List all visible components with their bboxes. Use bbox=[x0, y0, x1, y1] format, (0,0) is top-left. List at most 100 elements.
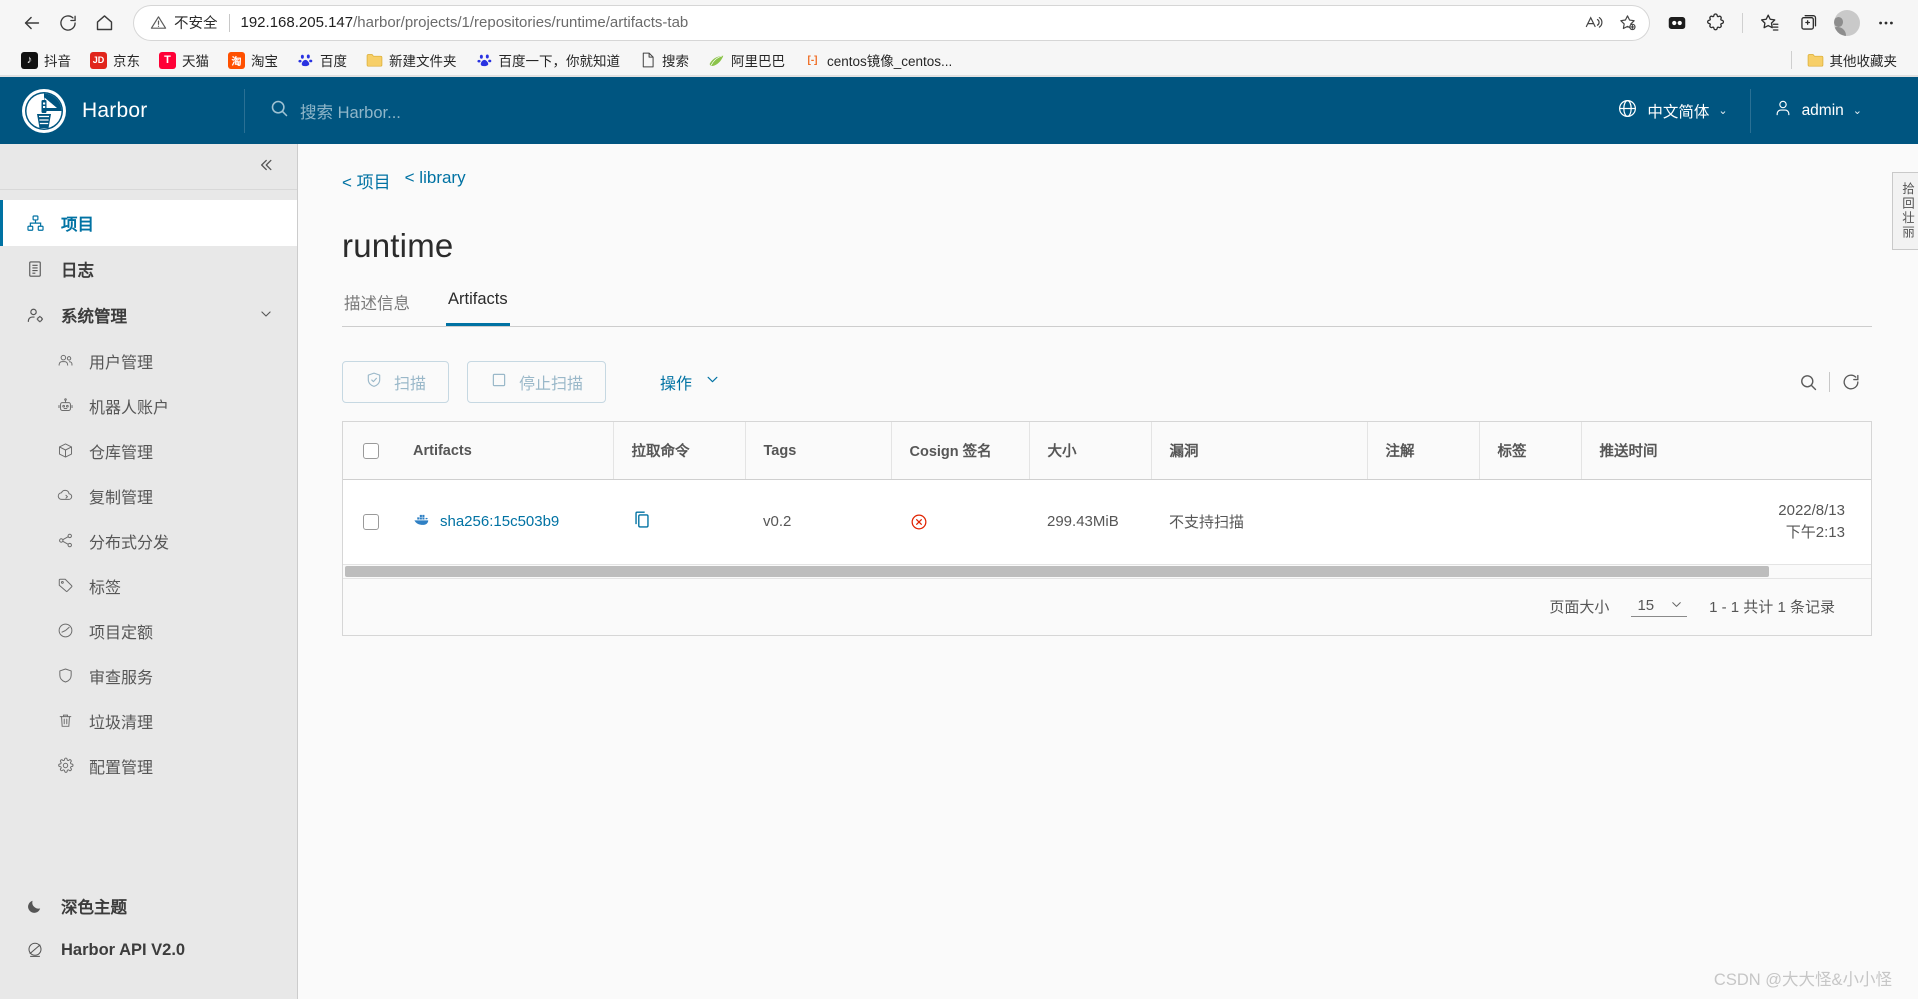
sidebar-item-robot-accounts[interactable]: 机器人账户 bbox=[0, 383, 297, 428]
sidebar-item-projects[interactable]: 项目 bbox=[0, 200, 297, 246]
language-selector[interactable]: 中文简体 ⌄ bbox=[1595, 98, 1749, 124]
bookmark-item[interactable]: 阿里巴巴 bbox=[701, 47, 792, 73]
row-checkbox[interactable] bbox=[363, 513, 379, 530]
col-push-time[interactable]: 推送时间 bbox=[1581, 422, 1871, 480]
api-icon bbox=[26, 941, 48, 959]
sidebar-item-registries[interactable]: 仓库管理 bbox=[0, 428, 297, 473]
col-labels[interactable]: 标签 bbox=[1479, 422, 1582, 480]
extensions-icon[interactable] bbox=[1698, 6, 1734, 40]
add-favorite-icon[interactable] bbox=[1611, 8, 1643, 38]
stop-square-icon bbox=[490, 371, 508, 394]
globe-icon bbox=[1617, 98, 1638, 124]
actions-label: 操作 bbox=[660, 376, 693, 393]
table-row[interactable]: sha256:15c503b9 v0.2 299.43MiB 不支持扫描 202… bbox=[343, 479, 1871, 565]
sidebar-item-interrogation-services[interactable]: 审查服务 bbox=[0, 653, 297, 698]
sidebar-item-label: 复制管理 bbox=[89, 489, 154, 507]
address-bar[interactable]: 不安全 192.168.205.147/harbor/projects/1/re… bbox=[134, 5, 1649, 40]
bookmark-folder[interactable]: 新建文件夹 bbox=[359, 47, 464, 73]
col-annotations[interactable]: 注解 bbox=[1367, 422, 1480, 480]
sidebar-item-label: 标签 bbox=[89, 579, 122, 597]
artifacts-table-body: sha256:15c503b9 v0.2 299.43MiB 不支持扫描 202… bbox=[343, 479, 1871, 565]
chevron-down-icon[interactable] bbox=[259, 307, 273, 324]
user-menu[interactable]: admin ⌄ bbox=[1751, 98, 1884, 123]
cell-tags: v0.2 bbox=[745, 479, 891, 565]
table-horizontal-scrollbar[interactable] bbox=[343, 564, 1871, 579]
col-cosign-signature[interactable]: Cosign 签名 bbox=[891, 422, 1030, 480]
sidebar-item-label: 机器人账户 bbox=[89, 399, 170, 417]
scrollbar-thumb[interactable] bbox=[345, 565, 1769, 577]
bookmark-item[interactable]: 淘 淘宝 bbox=[221, 47, 285, 73]
sidebar-item-garbage-collection[interactable]: 垃圾清理 bbox=[0, 698, 297, 743]
bookmark-item[interactable]: ♪ 抖音 bbox=[14, 47, 78, 73]
home-icon[interactable] bbox=[86, 5, 122, 41]
favorites-list-icon[interactable] bbox=[1751, 6, 1787, 40]
stop-scan-button[interactable]: 停止扫描 bbox=[467, 361, 607, 403]
collections-icon[interactable] bbox=[1790, 6, 1826, 40]
harbor-global-search[interactable]: 搜索 Harbor... bbox=[245, 77, 1595, 144]
bookmark-label: 阿里巴巴 bbox=[731, 54, 785, 69]
breadcrumb-projects[interactable]: < 项目 bbox=[342, 168, 391, 193]
col-vulnerabilities[interactable]: 漏洞 bbox=[1151, 422, 1368, 480]
tab-artifacts[interactable]: Artifacts bbox=[446, 285, 510, 326]
reload-icon[interactable] bbox=[50, 5, 86, 41]
address-url: 192.168.205.147/harbor/projects/1/reposi… bbox=[241, 14, 1578, 31]
col-tags[interactable]: Tags bbox=[745, 422, 892, 480]
toolbar-divider bbox=[1742, 12, 1743, 33]
artifacts-table-head: Artifacts 拉取命令 Tags Cosign 签名 大小 漏洞 注解 标… bbox=[343, 422, 1871, 480]
sidebar-item-configuration[interactable]: 配置管理 bbox=[0, 743, 297, 788]
folder-icon bbox=[366, 52, 383, 69]
back-arrow-icon[interactable] bbox=[14, 5, 50, 41]
tmall-icon: T bbox=[159, 51, 176, 69]
push-time-clock: 下午2:13 bbox=[1785, 523, 1845, 541]
page-size-select[interactable]: 15 bbox=[1631, 596, 1688, 617]
more-options-icon[interactable] bbox=[1868, 6, 1904, 40]
tab-info[interactable]: 描述信息 bbox=[342, 285, 412, 326]
col-size[interactable]: 大小 bbox=[1029, 422, 1152, 480]
scan-button[interactable]: 扫描 bbox=[342, 361, 450, 403]
cross-circle-icon bbox=[909, 512, 1029, 532]
select-all-checkbox[interactable] bbox=[363, 442, 379, 459]
other-bookmarks-folder[interactable]: 其他收藏夹 bbox=[1800, 47, 1905, 73]
bookmark-item[interactable]: T 天猫 bbox=[152, 47, 216, 73]
artifact-link[interactable]: sha256:15c503b9 bbox=[413, 512, 613, 531]
watermark: CSDN @大大怪&小小怪 bbox=[1713, 971, 1892, 989]
actions-dropdown[interactable]: 操作 bbox=[650, 361, 730, 403]
col-pull-command[interactable]: 拉取命令 bbox=[613, 422, 746, 480]
cell-annotations bbox=[1367, 479, 1479, 565]
sidebar-item-distribution[interactable]: 分布式分发 bbox=[0, 518, 297, 563]
sidebar-item-replications[interactable]: 复制管理 bbox=[0, 473, 297, 518]
sidebar-item-project-quotas[interactable]: 项目定额 bbox=[0, 608, 297, 653]
sidebar-item-labels[interactable]: 标签 bbox=[0, 563, 297, 608]
breadcrumb-library[interactable]: < library bbox=[405, 168, 466, 193]
alibaba-icon bbox=[708, 52, 725, 69]
col-artifacts[interactable]: Artifacts bbox=[395, 422, 614, 480]
bookmark-item[interactable]: [-] centos镜像_centos... bbox=[797, 47, 959, 73]
sidebar-item-users[interactable]: 用户管理 bbox=[0, 338, 297, 383]
cell-size: 299.43MiB bbox=[1029, 479, 1151, 565]
read-aloud-icon[interactable] bbox=[1577, 8, 1609, 38]
bookmark-item[interactable]: 百度一下，你就知道 bbox=[469, 47, 628, 73]
refresh-icon[interactable] bbox=[1830, 362, 1872, 402]
split-screen-icon[interactable] bbox=[1659, 6, 1695, 40]
feedback-side-tab[interactable]: 拾回壮丽 bbox=[1892, 172, 1918, 250]
sidebar-item-dark-theme[interactable]: 深色主题 bbox=[0, 884, 297, 928]
push-time-date: 2022/8/13 bbox=[1778, 502, 1845, 519]
double-chevron-left-icon[interactable] bbox=[255, 155, 275, 179]
sidebar-item-logs[interactable]: 日志 bbox=[0, 246, 297, 292]
bookmark-item[interactable]: 百度 bbox=[290, 47, 354, 73]
harbor-logo-area[interactable]: Harbor bbox=[0, 77, 244, 144]
sidebar-item-label: 仓库管理 bbox=[89, 444, 154, 462]
profile-avatar-icon[interactable] bbox=[1829, 6, 1865, 40]
bookmark-item[interactable]: 搜索 bbox=[632, 47, 696, 73]
bookmark-item[interactable]: JD 京东 bbox=[83, 47, 147, 73]
search-icon[interactable] bbox=[1787, 362, 1829, 402]
distribution-icon bbox=[57, 532, 77, 549]
table-footer: 页面大小 15 1 - 1 共计 1 条记录 bbox=[343, 578, 1871, 635]
sidebar-item-administration[interactable]: 系统管理 bbox=[0, 292, 297, 338]
copy-icon[interactable] bbox=[631, 511, 653, 535]
registry-icon bbox=[57, 442, 77, 459]
harbor-header-right: 中文简体 ⌄ admin ⌄ bbox=[1595, 77, 1918, 144]
select-all-cell bbox=[343, 422, 395, 480]
sidebar-item-harbor-api[interactable]: Harbor API V2.0 bbox=[0, 928, 297, 972]
moon-icon bbox=[26, 898, 48, 915]
